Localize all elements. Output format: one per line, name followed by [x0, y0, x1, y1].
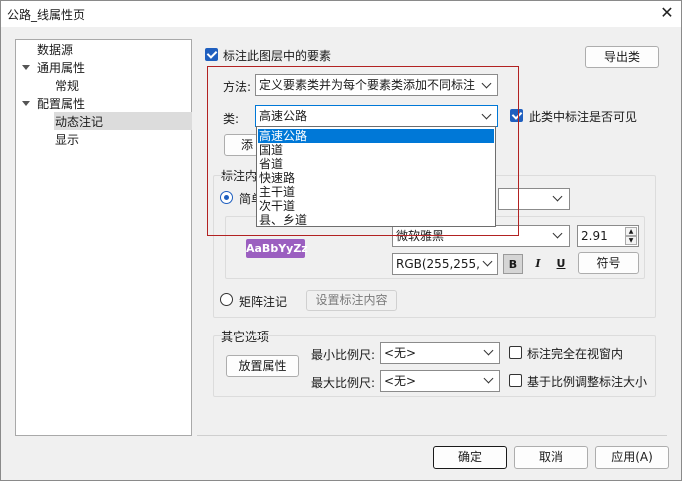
expand-triangle-icon[interactable]: [22, 101, 30, 106]
tree-item-display[interactable]: 显示: [55, 131, 79, 149]
tree-item-datasource[interactable]: 数据源: [37, 41, 73, 59]
max-scale-label: 最大比例尺:: [311, 376, 376, 390]
placement-button[interactable]: 放置属性: [226, 355, 299, 377]
bold-button[interactable]: B: [503, 254, 523, 274]
label-features-label: 标注此图层中的要素: [223, 49, 332, 63]
tree-item-common[interactable]: 常规: [55, 77, 79, 95]
scale-label-size-label: 基于比例调整标注大小: [527, 375, 648, 389]
color-value: RGB(255,255,: [396, 257, 480, 271]
max-scale-combo[interactable]: <无>: [380, 370, 500, 392]
matrix-label-radio[interactable]: [220, 293, 233, 306]
spin-up-icon[interactable]: ▲: [625, 227, 637, 236]
min-scale-combo[interactable]: <无>: [380, 342, 500, 364]
min-scale-label: 最小比例尺:: [311, 348, 376, 362]
label-features-checkbox[interactable]: [205, 48, 218, 61]
property-tree[interactable]: 数据源 通用属性 常规 配置属性 动态注记 显示: [15, 39, 192, 436]
color-combo[interactable]: RGB(255,255,: [392, 253, 498, 275]
footer-divider: [197, 435, 667, 436]
label-preview: AaBbYyZz: [246, 239, 308, 258]
title-bar: 公路_线属性页 ✕: [1, 1, 681, 27]
close-icon[interactable]: ✕: [657, 3, 677, 23]
export-class-button[interactable]: 导出类: [585, 46, 659, 68]
annotation-highlight-box: [207, 66, 519, 236]
tree-item-config[interactable]: 配置属性: [37, 95, 85, 113]
min-scale-value: <无>: [384, 346, 417, 360]
underline-button[interactable]: U: [551, 254, 571, 274]
class-visible-label: 此类中标注是否可见: [529, 110, 638, 124]
italic-button[interactable]: I: [528, 254, 548, 274]
font-size-spinner[interactable]: 2.91 ▲ ▼: [577, 225, 639, 247]
expand-triangle-icon[interactable]: [22, 65, 30, 70]
scale-label-size-checkbox[interactable]: [509, 374, 522, 387]
fully-in-window-label: 标注完全在视窗内: [527, 347, 624, 361]
properties-dialog: 公路_线属性页 ✕ 数据源 通用属性 常规 配置属性 动态注记 显示 标注此图层…: [0, 0, 682, 481]
symbol-button[interactable]: 符号: [578, 252, 639, 274]
apply-button[interactable]: 应用(A): [595, 446, 669, 469]
tree-item-dynamic-label[interactable]: 动态注记: [55, 113, 103, 131]
matrix-label-text: 矩阵注记: [239, 295, 288, 309]
cancel-button[interactable]: 取消: [514, 446, 588, 469]
tree-item-general[interactable]: 通用属性: [37, 59, 85, 77]
spin-down-icon[interactable]: ▼: [625, 236, 637, 245]
window-title: 公路_线属性页: [7, 8, 86, 22]
ok-button[interactable]: 确定: [433, 446, 507, 469]
max-scale-value: <无>: [384, 374, 417, 388]
set-content-button[interactable]: 设置标注内容: [306, 290, 397, 311]
fully-in-window-checkbox[interactable]: [509, 346, 522, 359]
font-size-value: 2.91: [581, 229, 608, 243]
